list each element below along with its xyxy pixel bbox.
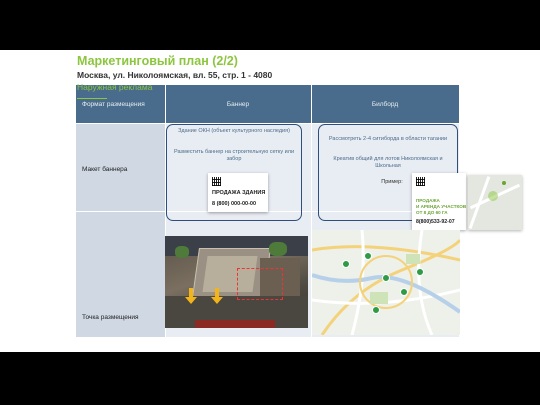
banner-note-heritage: Здание ОКН (объект культурного наследия)	[178, 128, 290, 134]
qr-code-icon	[212, 177, 221, 186]
header-format-label: Формат размещения	[82, 100, 145, 108]
map-pin-icon	[382, 274, 390, 282]
poster-line-3: ОТ 8 ДО 60 ГА	[416, 210, 448, 215]
header-banner: Баннер	[165, 85, 311, 123]
map-pin-icon	[400, 288, 408, 296]
building-aerial-photo	[165, 236, 308, 328]
slide: Маркетинговый план (2/2) Москва, ул. Ник…	[0, 50, 540, 352]
poster-line-2: И АРЕНДА УЧАСТКОВ	[416, 204, 467, 209]
poster-line-1: ПРОДАЖА	[416, 198, 440, 203]
map-pin-icon	[502, 181, 506, 185]
map-pin-icon	[372, 306, 380, 314]
billboard-example-label: Пример:	[381, 179, 403, 185]
banner-sign-title: ПРОДАЖА ЗДАНИЯ	[212, 190, 266, 196]
map-pin-icon	[416, 268, 424, 276]
billboard-poster-mockup: ПРОДАЖА И АРЕНДА УЧАСТКОВ ОТ 8 ДО 60 ГА …	[412, 173, 466, 230]
banner-sign-phone: 8 (800) 000-00-00	[212, 201, 257, 207]
row-label-location: Точка размещения	[76, 211, 165, 337]
billboard-locations-map	[312, 230, 460, 335]
page-title: Маркетинговый план (2/2)	[77, 54, 238, 68]
section-underline	[77, 98, 107, 99]
header-banner-label: Баннер	[226, 100, 250, 108]
billboard-note-citiboards: Рассмотреть 2-4 ситиборда в области тага…	[328, 136, 448, 142]
row-mockup-text: Макет баннера	[82, 166, 128, 173]
arrow-down-icon	[211, 288, 223, 304]
map-pin-icon	[342, 260, 350, 268]
banner-note-placement: Разместить баннер на строительную сетку …	[173, 149, 295, 162]
row-location-text: Точка размещения	[82, 314, 139, 321]
poster-map-side	[468, 175, 522, 230]
arrow-down-icon	[185, 288, 197, 304]
row-label-mockup: Макет баннера	[76, 123, 165, 211]
banner-sign-mockup: ПРОДАЖА ЗДАНИЯ 8 (800) 000-00-00	[208, 173, 268, 212]
map-roads	[312, 230, 460, 335]
header-billboard: Билборд	[311, 85, 459, 123]
page-subtitle: Москва, ул. Николоямская, вл. 55, стр. 1…	[77, 70, 273, 80]
billboard-note-creative: Креатив общий для лотов Николоямская и Ш…	[333, 156, 443, 169]
header-billboard-label: Билборд	[371, 100, 399, 108]
qr-code-icon	[416, 177, 425, 186]
poster-phone: 8(800)533-92-07	[416, 219, 455, 225]
map-pin-icon	[364, 252, 372, 260]
section-heading: Наружная реклама	[77, 82, 153, 92]
